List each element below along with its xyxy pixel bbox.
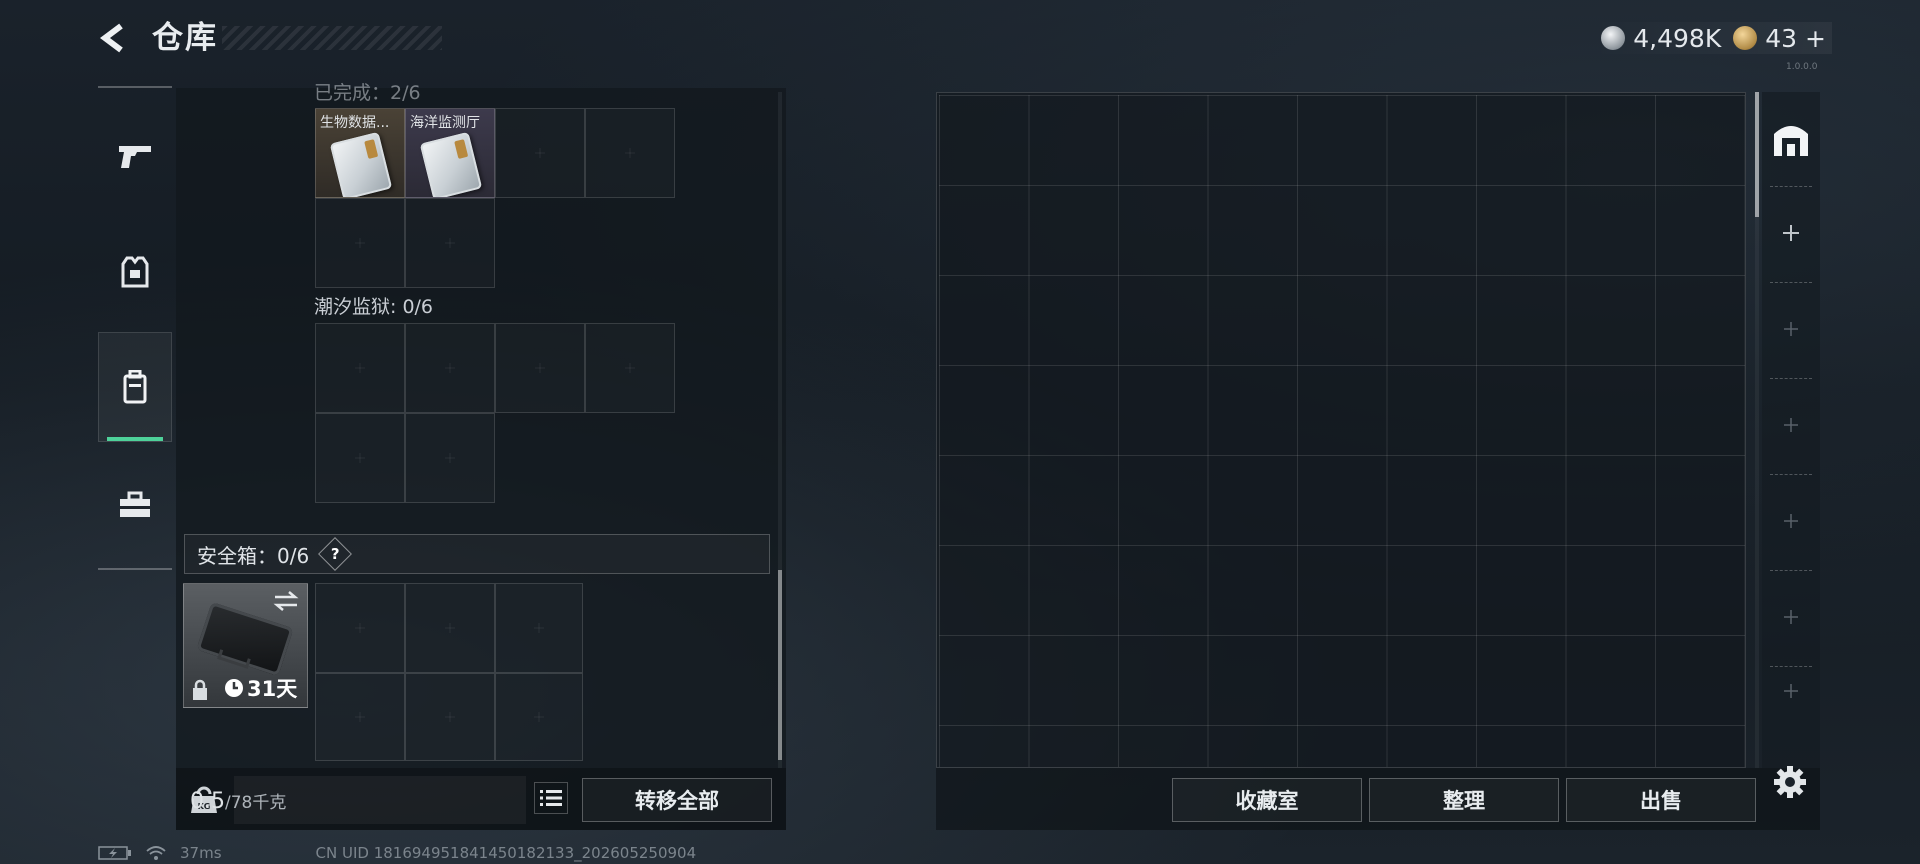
back-arrow-icon <box>100 23 123 53</box>
grid-cell[interactable] <box>315 323 405 413</box>
weight-value: 0.5/78千克 <box>190 788 286 814</box>
toolbox-icon <box>120 491 150 517</box>
list-view-button[interactable] <box>534 782 568 814</box>
sell-button[interactable]: 出售 <box>1566 778 1756 822</box>
tab-main-storage[interactable] <box>1762 92 1820 186</box>
grid-cell[interactable] <box>315 198 405 288</box>
storage-grid[interactable] <box>939 95 1745 767</box>
uid-label: CN UID 1816949518414501821​33_2026052509… <box>315 844 697 862</box>
tab-locked-slot[interactable] <box>1762 570 1820 664</box>
plus-icon <box>1783 225 1799 241</box>
storage-tab-column <box>1762 92 1820 768</box>
battery-icon <box>98 846 131 860</box>
collection-room-button[interactable]: 收藏室 <box>1172 778 1362 822</box>
grid-cell[interactable] <box>315 413 405 503</box>
grid-cell[interactable] <box>405 198 495 288</box>
storage-scrollbar[interactable] <box>1755 92 1759 768</box>
gold-currency[interactable]: 43 + <box>1733 24 1826 53</box>
gold-amount: 43 <box>1765 23 1798 53</box>
tab-add-storage[interactable] <box>1762 186 1820 280</box>
backpack-icon <box>123 370 147 404</box>
safe-box-title: 安全箱：0/6 <box>197 543 310 568</box>
currency-bar: 4,498K 43 + <box>1591 22 1832 54</box>
item-name: 海洋监测厅 <box>410 115 480 131</box>
weight-current: 0.5 <box>190 789 225 814</box>
grid-cell[interactable] <box>405 583 495 673</box>
page-title: 仓库 <box>152 20 218 56</box>
back-button[interactable] <box>96 20 132 56</box>
plus-icon <box>1784 322 1798 336</box>
ping-value: 37ms <box>180 844 222 862</box>
data-card-icon <box>419 131 483 197</box>
tab-locked-slot[interactable] <box>1762 378 1820 472</box>
lock-icon <box>193 679 207 700</box>
gold-coin-icon <box>1733 26 1758 50</box>
nav-item-backpack[interactable] <box>98 332 172 442</box>
grid-cell[interactable] <box>405 413 495 503</box>
timer-value: 31天 <box>247 677 298 701</box>
grid-cell[interactable] <box>495 583 583 673</box>
settings-button[interactable] <box>1770 762 1810 802</box>
gear-icon <box>1774 766 1806 798</box>
tab-locked-slot[interactable] <box>1762 666 1820 716</box>
inventory-item[interactable]: 生物数据... <box>315 108 405 198</box>
grid-cell[interactable] <box>585 108 675 198</box>
grid-cell[interactable] <box>405 323 495 413</box>
data-card-icon <box>329 131 393 197</box>
container-label: 潮汐监狱: 0/6 <box>314 296 434 318</box>
grid-cell[interactable] <box>315 673 405 761</box>
inventory-scrollbar[interactable] <box>778 92 782 768</box>
version-label: 1.0.0.0 <box>1786 62 1818 72</box>
help-icon[interactable]: ? <box>318 537 353 571</box>
inventory-item[interactable]: 海洋监测厅 <box>405 108 495 198</box>
grid-cell[interactable] <box>585 323 675 413</box>
item-name: 生物数据... <box>320 115 390 131</box>
silver-amount: 4,498K <box>1633 23 1722 53</box>
expiry-timer: 31天 <box>224 673 297 703</box>
silver-coin-icon <box>1601 26 1626 50</box>
list-icon <box>540 790 562 806</box>
storage-home-icon <box>1774 126 1808 156</box>
pistol-icon <box>119 146 151 168</box>
grid-cell[interactable] <box>315 583 405 673</box>
organize-button[interactable]: 整理 <box>1369 778 1559 822</box>
side-nav <box>98 86 172 570</box>
container-label: 已完成：2/6 <box>314 82 421 104</box>
plus-icon <box>1784 514 1798 528</box>
tab-locked-slot[interactable] <box>1762 282 1820 376</box>
clock-icon <box>225 679 243 697</box>
warehouse-storage-panel <box>936 92 1746 768</box>
vest-icon <box>121 256 149 288</box>
transfer-all-button[interactable]: 转移全部 <box>582 778 772 822</box>
wifi-icon <box>146 846 166 860</box>
grid-cell[interactable] <box>405 673 495 761</box>
grid-cell[interactable] <box>495 673 583 761</box>
nav-item-armor[interactable] <box>98 218 172 328</box>
plus-icon <box>1784 684 1798 698</box>
nav-item-weapons[interactable] <box>98 100 172 210</box>
swap-icon[interactable] <box>273 590 299 612</box>
nav-item-toolbox[interactable] <box>98 450 172 560</box>
grid-cell[interactable] <box>495 323 585 413</box>
tab-locked-slot[interactable] <box>1762 474 1820 568</box>
status-bar: 37ms CN UID 1816949518414501821​33_20260… <box>98 842 696 864</box>
title-decoration <box>222 26 442 50</box>
plus-icon <box>1784 610 1798 624</box>
silver-currency: 4,498K <box>1601 24 1721 53</box>
grid-cell[interactable] <box>495 108 585 198</box>
plus-icon <box>1784 418 1798 432</box>
safe-box-header: 安全箱：0/6 ? <box>184 534 770 574</box>
weight-max: /78千克 <box>225 793 287 813</box>
add-currency-button[interactable]: + <box>1805 24 1826 53</box>
safe-box-item[interactable]: 31天 <box>183 583 308 708</box>
